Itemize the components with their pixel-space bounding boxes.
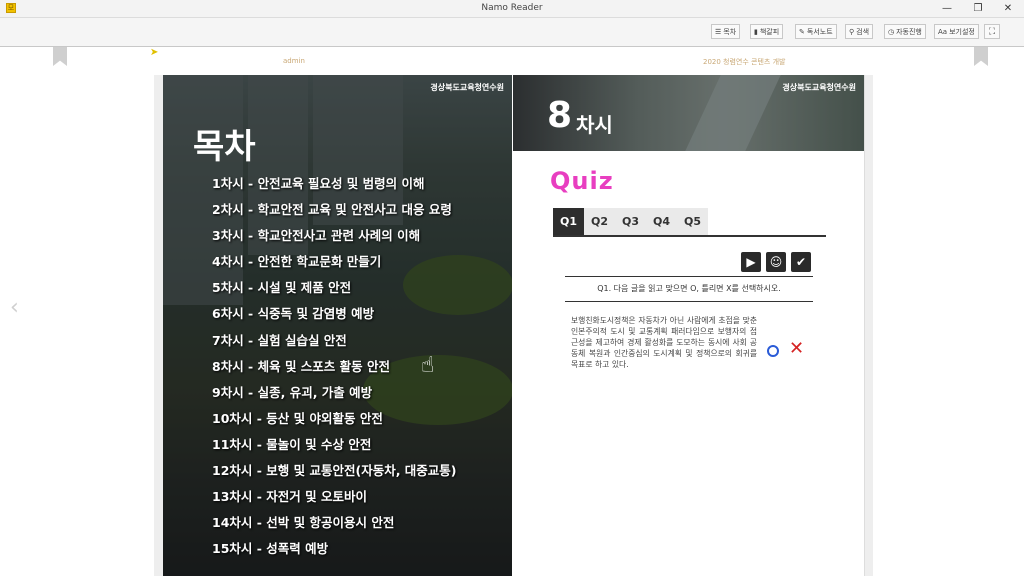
toc-item[interactable]: 12차시 - 보행 및 교통안전(자동차, 대중교통) xyxy=(212,460,457,486)
mouse-cursor-icon: ➤ xyxy=(150,47,159,58)
title-bar: 모 Namo Reader — ❐ ✕ xyxy=(0,0,1024,18)
header-course: 2020 청렴연수 콘텐츠 개발 xyxy=(703,58,786,66)
fullscreen-button[interactable]: ⛶ xyxy=(984,24,1000,39)
right-org-name: 경상북도교육청연수원 xyxy=(782,83,856,92)
restore-button[interactable]: ❐ xyxy=(969,2,987,15)
toc-item[interactable]: 8차시 - 체육 및 스포츠 활동 안전 xyxy=(212,356,457,382)
fullscreen-icon: ⛶ xyxy=(988,27,996,37)
hint-icon[interactable]: ☺ xyxy=(766,252,786,272)
prev-page-arrow-icon[interactable]: ‹ xyxy=(10,297,19,319)
tab-q2[interactable]: Q2 xyxy=(584,208,615,235)
chapter-number: 8 xyxy=(547,95,573,136)
toc-button[interactable]: ☰ 목차 xyxy=(711,24,741,39)
quiz-passage: 보행친화도시정책은 자동차가 아닌 사람에게 초점을 맞춘 인본주의적 도시 및… xyxy=(571,316,757,369)
chapter-label: 차시 xyxy=(576,113,613,137)
right-bookmark-ribbon[interactable] xyxy=(974,47,988,66)
toc-item[interactable]: 14차시 - 선박 및 항공이용시 안전 xyxy=(212,512,457,538)
toc-item[interactable]: 3차시 - 학교안전사고 관련 사례의 이해 xyxy=(212,225,457,251)
left-org-name: 경상북도교육청연수원 xyxy=(430,83,504,92)
pencil-icon: ✎ xyxy=(799,28,805,36)
tab-q4[interactable]: Q4 xyxy=(646,208,677,235)
tab-q1[interactable]: Q1 xyxy=(553,208,584,235)
text-size-icon: Aa xyxy=(938,28,948,36)
answer-o-button[interactable] xyxy=(767,345,779,357)
play-icon[interactable]: ▶ xyxy=(741,252,761,272)
toc-item[interactable]: 10차시 - 등산 및 야외활동 안전 xyxy=(212,408,457,434)
tab-q5[interactable]: Q5 xyxy=(677,208,708,235)
search-button[interactable]: ⚲ 검색 xyxy=(845,24,874,39)
toc-title: 목차 xyxy=(193,127,256,167)
search-label: 검색 xyxy=(856,28,870,36)
minimize-button[interactable]: — xyxy=(938,2,956,15)
view-settings-button[interactable]: Aa 보기설정 xyxy=(934,24,979,39)
tab-q3[interactable]: Q3 xyxy=(615,208,646,235)
toc-item[interactable]: 13차시 - 자전거 및 오토바이 xyxy=(212,486,457,512)
bookmark-button[interactable]: ▮ 책갈피 xyxy=(750,24,784,39)
toc-list: 1차시 - 안전교육 필요성 및 범령의 이해 2차시 - 학교안전 교육 및 … xyxy=(212,173,457,564)
pointer-hand-icon: ☝ xyxy=(421,353,435,378)
quiz-tabs: Q1 Q2 Q3 Q4 Q5 xyxy=(553,208,826,237)
toc-label: 목차 xyxy=(723,28,737,36)
note-label: 독서노트 xyxy=(806,28,833,36)
window-title: Namo Reader xyxy=(481,3,543,13)
reader-area: admin 2020 청렴연수 콘텐츠 개발 ➤ ‹ 경상북도교육청연수원 목차… xyxy=(0,47,1024,576)
check-icon[interactable]: ✔ xyxy=(791,252,811,272)
note-button[interactable]: ✎ 독서노트 xyxy=(795,24,837,39)
chapter-banner: 경상북도교육청연수원 8 차시 xyxy=(513,75,864,151)
toc-item[interactable]: 2차시 - 학교안전 교육 및 안전사고 대응 요령 xyxy=(212,199,457,225)
timer-icon: ◷ xyxy=(888,28,895,36)
quiz-title: Quiz xyxy=(550,167,614,195)
toc-item[interactable]: 4차시 - 안전한 학교문화 만들기 xyxy=(212,251,457,277)
reader-toolbar: ☰ 목차 ▮ 책갈피 ✎ 독서노트 ⚲ 검색 ◷ 자동진행 Aa 보기설정 ⛶ xyxy=(0,18,1024,47)
search-icon: ⚲ xyxy=(849,28,855,36)
auto-play-button[interactable]: ◷ 자동진행 xyxy=(884,24,926,39)
book-right-edge xyxy=(864,75,873,576)
toc-item[interactable]: 9차시 - 실종, 유괴, 가출 예방 xyxy=(212,382,457,408)
auto-label: 자동진행 xyxy=(896,28,922,36)
toc-item[interactable]: 15차시 - 성폭력 예방 xyxy=(212,538,457,564)
view-label: 보기설정 xyxy=(949,28,975,36)
list-icon: ☰ xyxy=(715,28,722,36)
bookmark-icon: ▮ xyxy=(754,28,758,36)
bookmark-label: 책갈피 xyxy=(759,28,780,36)
header-user: admin xyxy=(283,57,305,65)
toc-item[interactable]: 6차시 - 식중독 및 감염병 예방 xyxy=(212,303,457,329)
quiz-page: 경상북도교육청연수원 8 차시 Quiz Q1 Q2 Q3 Q4 Q5 ▶ ☺ … xyxy=(513,75,864,576)
toc-item[interactable]: 7차시 - 실험 실습실 안전 xyxy=(212,330,457,356)
question-text: Q1. 다음 글을 읽고 맞으면 O, 틀리면 X를 선택하시오. xyxy=(565,276,813,302)
left-bookmark-ribbon[interactable] xyxy=(53,47,67,66)
close-button[interactable]: ✕ xyxy=(999,2,1017,15)
toc-page: 경상북도교육청연수원 목차 1차시 - 안전교육 필요성 및 범령의 이해 2차… xyxy=(163,75,512,576)
toc-item[interactable]: 1차시 - 안전교육 필요성 및 범령의 이해 xyxy=(212,173,457,199)
toc-item[interactable]: 11차시 - 물놀이 및 수상 안전 xyxy=(212,434,457,460)
toc-item[interactable]: 5차시 - 시설 및 제품 안전 xyxy=(212,277,457,303)
answer-x-button[interactable]: ✕ xyxy=(789,339,804,359)
